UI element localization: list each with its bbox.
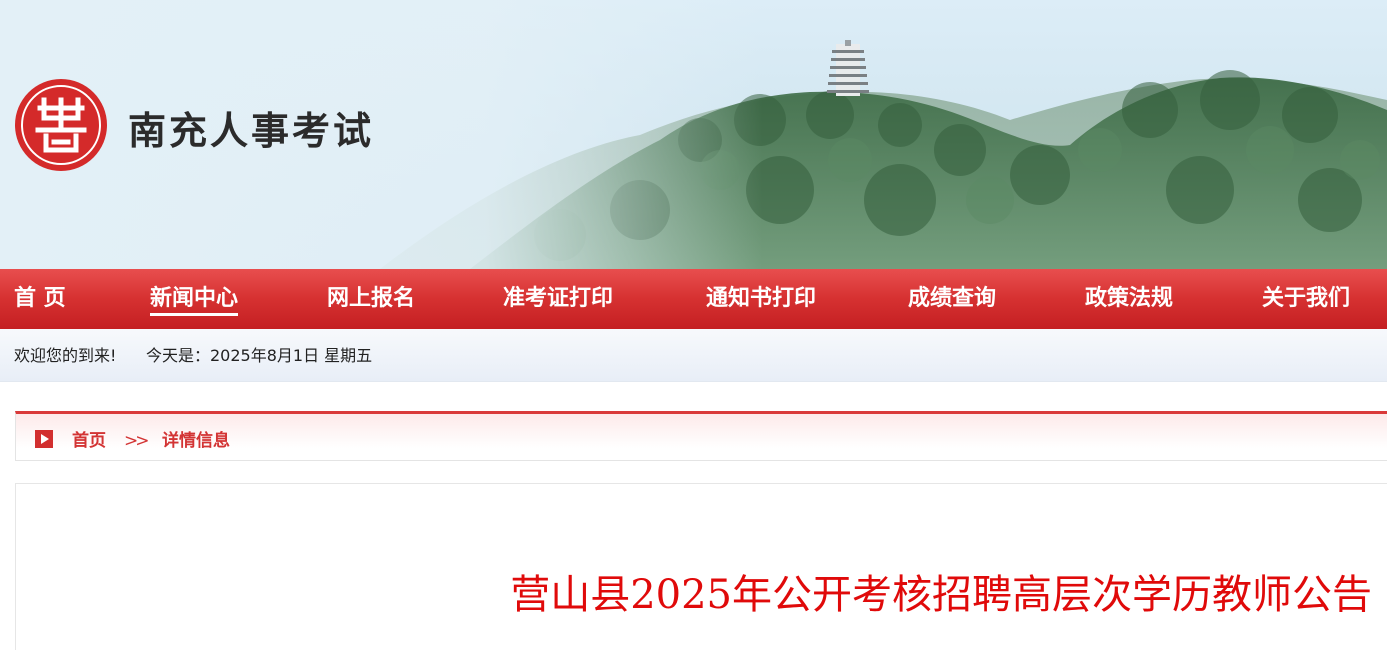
article-panel: 营山县2025年公开考核招聘高层次学历教师公告 bbox=[15, 483, 1387, 650]
article-title: 营山县2025年公开考核招聘高层次学历教师公告 bbox=[510, 572, 1372, 618]
nav-label: 首 页 bbox=[14, 286, 66, 311]
welcome-bar: 欢迎您的到来! 今天是：2025年8月1日 星期五 bbox=[0, 329, 1387, 382]
nav-item-news[interactable]: 新闻中心 bbox=[150, 269, 239, 329]
nav-label: 新闻中心 bbox=[150, 269, 239, 316]
breadcrumb-home-link[interactable]: 首页 bbox=[72, 414, 106, 469]
header-banner: 南充人事考试 bbox=[0, 0, 1387, 269]
nav-label: 网上报名 bbox=[327, 286, 416, 311]
nav-item-about-us[interactable]: 关于我们 bbox=[1262, 269, 1350, 329]
nav-label: 成绩查询 bbox=[908, 286, 997, 311]
nav-item-online-registration[interactable]: 网上报名 bbox=[327, 269, 415, 329]
nav-item-policies[interactable]: 政策法规 bbox=[1085, 269, 1173, 329]
nav-label: 政策法规 bbox=[1085, 286, 1174, 311]
breadcrumb-current: 详情信息 bbox=[162, 431, 230, 451]
site-title: 南充人事考试 bbox=[128, 109, 375, 153]
seal-logo-icon bbox=[15, 79, 107, 171]
main-nav: 首 页 新闻中心 网上报名 准考证打印 通知书打印 成绩查询 政策法规 关于我们 bbox=[0, 269, 1387, 329]
breadcrumb: 首页 >> 详情信息 bbox=[15, 411, 1387, 461]
nav-item-score-query[interactable]: 成绩查询 bbox=[908, 269, 996, 329]
nav-item-notice-print[interactable]: 通知书打印 bbox=[706, 269, 816, 329]
current-date: 今天是：2025年8月1日 星期五 bbox=[146, 346, 373, 365]
breadcrumb-separator: >> bbox=[124, 431, 149, 451]
nav-item-admission-ticket[interactable]: 准考证打印 bbox=[503, 269, 613, 329]
nav-label: 关于我们 bbox=[1262, 286, 1351, 311]
nav-label: 准考证打印 bbox=[503, 286, 614, 311]
play-arrow-icon bbox=[35, 430, 53, 448]
nav-item-home[interactable]: 首 页 bbox=[14, 269, 66, 329]
nav-label: 通知书打印 bbox=[706, 286, 817, 311]
welcome-greeting: 欢迎您的到来! bbox=[14, 346, 117, 365]
